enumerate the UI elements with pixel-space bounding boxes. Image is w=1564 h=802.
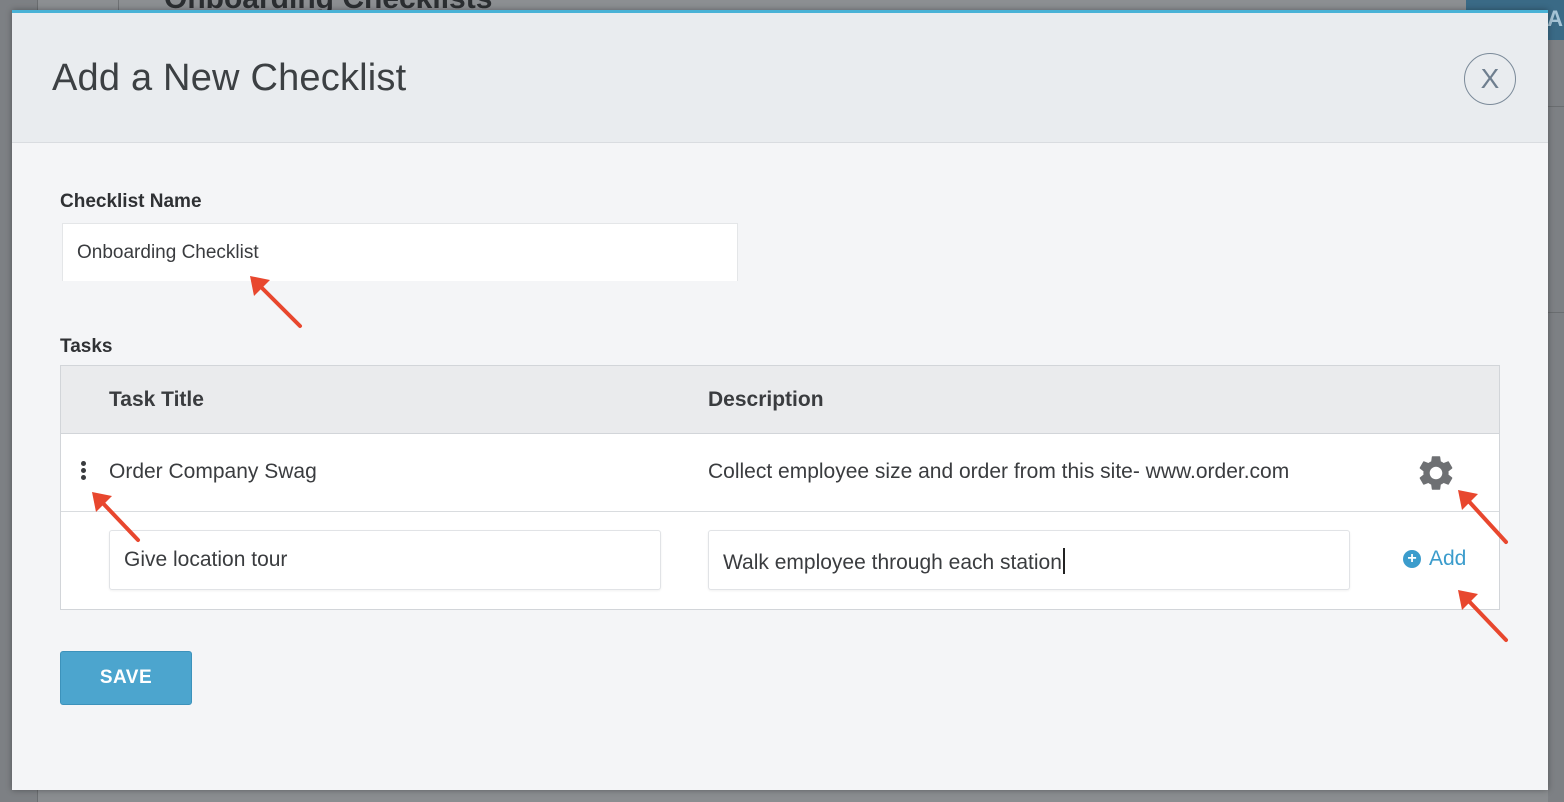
- column-header-task-title: Task Title: [109, 388, 204, 411]
- table-row: Order Company Swag Collect employee size…: [61, 434, 1499, 512]
- close-button[interactable]: X: [1464, 53, 1516, 105]
- drag-handle-icon[interactable]: [81, 461, 89, 481]
- task-title: Order Company Swag: [109, 460, 317, 483]
- task-description: Collect employee size and order from thi…: [708, 460, 1290, 483]
- background-right-divider: [1548, 106, 1564, 107]
- new-task-description-value: Walk employee through each station: [723, 551, 1062, 574]
- checklist-name-label: Checklist Name: [60, 191, 202, 212]
- modal-header: Add a New Checklist X: [12, 13, 1548, 143]
- add-task-button[interactable]: + Add: [1403, 547, 1466, 571]
- column-header-description: Description: [708, 388, 824, 411]
- tasks-label: Tasks: [60, 336, 113, 357]
- new-task-title-input[interactable]: Give location tour: [109, 530, 661, 590]
- text-caret: [1062, 548, 1065, 574]
- table-header: Task Title Description: [61, 366, 1499, 434]
- new-task-title-value: Give location tour: [124, 548, 288, 571]
- add-task-label: Add: [1429, 547, 1467, 570]
- gear-icon[interactable]: [1415, 452, 1457, 494]
- new-task-description-input[interactable]: Walk employee through each station: [708, 530, 1350, 590]
- save-button[interactable]: SAVE: [60, 651, 192, 705]
- background-right-divider: [1548, 312, 1564, 313]
- plus-circle-icon: +: [1403, 550, 1421, 568]
- tasks-table: Task Title Description Order Company Swa…: [60, 365, 1500, 610]
- add-checklist-modal: Add a New Checklist X Checklist Name Onb…: [12, 10, 1548, 790]
- new-task-row: Give location tour Walk employee through…: [61, 512, 1499, 609]
- background-right-strip: [1548, 40, 1564, 802]
- modal-title: Add a New Checklist: [52, 57, 407, 99]
- checklist-name-input[interactable]: Onboarding Checklist: [62, 223, 738, 281]
